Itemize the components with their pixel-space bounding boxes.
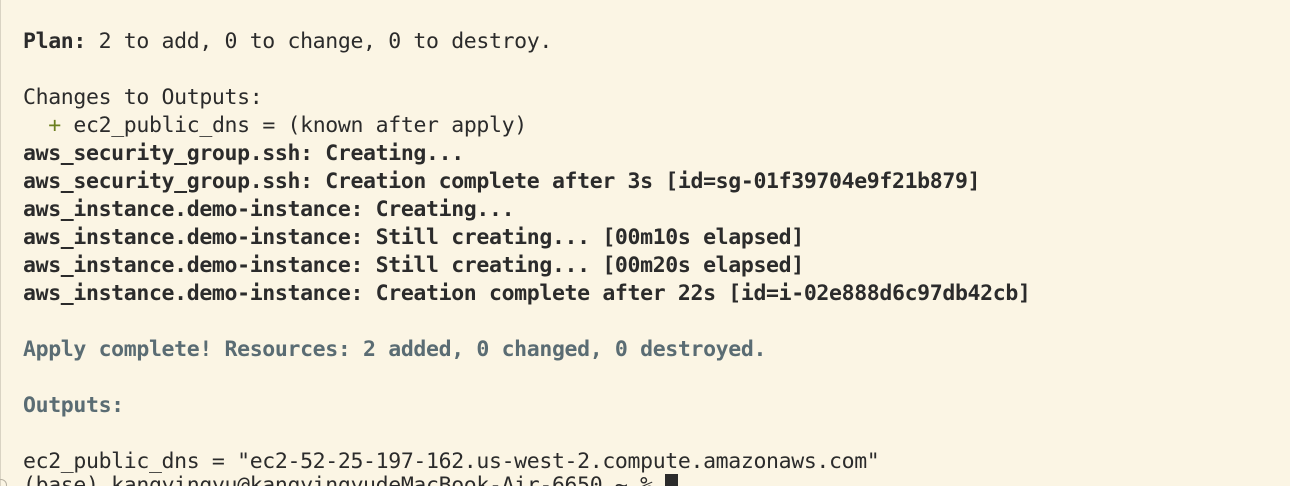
- log-line: aws_instance.demo-instance: Creating...: [23, 197, 515, 222]
- text-cursor: [665, 474, 679, 486]
- outputs-header: Outputs:: [23, 393, 124, 418]
- terminal-output: Plan: 2 to add, 0 to change, 0 to destro…: [0, 0, 1289, 486]
- log-line: aws_instance.demo-instance: Creation com…: [23, 281, 1031, 306]
- change-text: ec2_public_dns = (known after apply): [60, 113, 527, 138]
- shell-prompt: (base) kangyingyu@kangyingyudeMacBook-Ai…: [23, 473, 666, 486]
- plan-summary-line: Plan: 2 to add, 0 to change, 0 to destro…: [23, 28, 552, 56]
- changes-header: Changes to Outputs:: [23, 85, 263, 110]
- log-line: aws_security_group.ssh: Creating...: [23, 141, 464, 166]
- log-line: aws_instance.demo-instance: Still creati…: [23, 225, 804, 250]
- apply-complete-message: Apply complete! Resources: 2 added, 0 ch…: [23, 337, 767, 362]
- terminal-window[interactable]: Plan: 2 to add, 0 to change, 0 to destro…: [0, 0, 1290, 486]
- plus-marker: +: [48, 113, 61, 138]
- log-line: aws_instance.demo-instance: Still creati…: [23, 253, 804, 278]
- shell-prompt-line[interactable]: (base) kangyingyu@kangyingyudeMacBook-Ai…: [23, 472, 679, 486]
- change-line: + ec2_public_dns = (known after apply): [23, 112, 527, 140]
- plan-label: Plan:: [23, 29, 86, 54]
- log-line: aws_security_group.ssh: Creation complet…: [23, 169, 981, 194]
- plan-text: 2 to add, 0 to change, 0 to destroy.: [85, 29, 553, 54]
